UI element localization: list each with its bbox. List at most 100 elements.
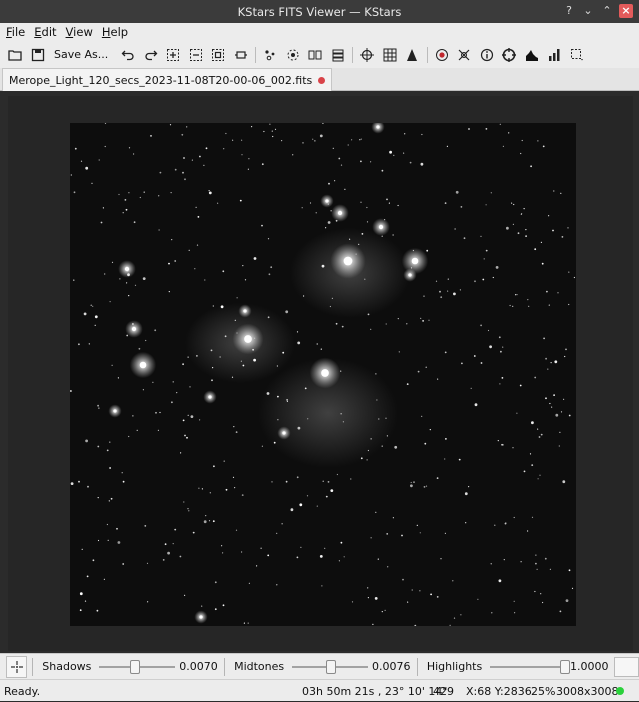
midtones-slider[interactable] xyxy=(292,659,368,674)
star xyxy=(109,441,111,443)
separator xyxy=(224,657,226,676)
star xyxy=(128,295,130,297)
crosshair-icon[interactable] xyxy=(356,44,378,66)
highlights-slider-handle[interactable] xyxy=(559,659,570,674)
star xyxy=(142,277,146,280)
star xyxy=(567,227,569,229)
star xyxy=(402,578,404,581)
star xyxy=(540,433,543,436)
fits-image-viewer[interactable] xyxy=(8,96,633,651)
star xyxy=(378,418,380,420)
star xyxy=(535,562,537,565)
star xyxy=(436,477,439,479)
star xyxy=(286,399,288,401)
undo-icon[interactable] xyxy=(117,44,139,66)
menu-edit[interactable]: Edit xyxy=(34,23,56,42)
star xyxy=(437,378,439,380)
statistics-icon[interactable] xyxy=(543,44,565,66)
star xyxy=(554,360,558,364)
star xyxy=(407,601,409,603)
shadows-slider[interactable] xyxy=(99,659,176,674)
star xyxy=(157,429,159,431)
save-icon[interactable] xyxy=(27,44,49,66)
shadows-slider-handle[interactable] xyxy=(129,659,140,674)
star xyxy=(543,337,545,340)
target-icon[interactable] xyxy=(498,44,520,66)
star xyxy=(183,157,185,159)
star xyxy=(513,600,515,602)
help-icon[interactable]: ? xyxy=(562,4,576,18)
auto-stretch-toggle[interactable] xyxy=(614,656,639,677)
star xyxy=(485,128,488,130)
star xyxy=(468,128,470,130)
objects-icon[interactable] xyxy=(431,44,453,66)
selection-icon[interactable] xyxy=(566,44,588,66)
eq-grid-icon[interactable] xyxy=(401,44,423,66)
star xyxy=(503,559,505,561)
maximize-icon[interactable]: ⌃ xyxy=(600,4,614,18)
star xyxy=(489,345,492,349)
star xyxy=(366,206,368,209)
star xyxy=(370,328,372,330)
star xyxy=(511,202,513,204)
save-as-button[interactable]: Save As... xyxy=(49,44,113,66)
star xyxy=(277,395,279,398)
star xyxy=(447,278,449,280)
zoom-out-icon[interactable] xyxy=(185,44,207,66)
minimize-icon[interactable]: ⌄ xyxy=(581,4,595,18)
star xyxy=(214,608,217,611)
close-icon[interactable]: × xyxy=(619,4,633,18)
star xyxy=(453,292,456,296)
star xyxy=(301,207,303,209)
tab-fits-file[interactable]: Merope_Light_120_secs_2023-11-08T20-00-0… xyxy=(2,68,333,91)
pixel-grid-icon[interactable] xyxy=(379,44,401,66)
star xyxy=(212,305,214,307)
zoom-fit-icon[interactable] xyxy=(207,44,229,66)
star xyxy=(495,266,499,269)
star xyxy=(277,419,279,421)
toolbar-separator xyxy=(426,47,428,63)
open-icon[interactable] xyxy=(4,44,26,66)
info-icon[interactable] xyxy=(476,44,498,66)
redo-icon[interactable] xyxy=(140,44,162,66)
star xyxy=(350,478,352,480)
star xyxy=(568,303,570,306)
star-profile-icon[interactable] xyxy=(453,44,475,66)
star xyxy=(447,290,449,292)
star xyxy=(198,487,200,489)
menu-file[interactable]: File xyxy=(6,23,25,42)
star xyxy=(248,158,250,160)
star xyxy=(523,208,525,210)
star xyxy=(267,554,270,557)
tab-close-icon[interactable] xyxy=(318,76,326,84)
star xyxy=(261,224,263,227)
fits-image[interactable] xyxy=(70,120,576,627)
stack-icon[interactable] xyxy=(327,44,349,66)
recenter-icon[interactable] xyxy=(6,655,28,678)
star xyxy=(549,402,551,405)
star xyxy=(325,227,327,229)
menu-help[interactable]: Help xyxy=(102,23,128,42)
star xyxy=(97,539,100,542)
split-view-icon[interactable] xyxy=(304,44,326,66)
star xyxy=(233,426,235,428)
zoom-in-icon[interactable] xyxy=(162,44,184,66)
star xyxy=(328,182,330,185)
star xyxy=(194,268,196,270)
star xyxy=(461,362,463,365)
toolbar-separator xyxy=(352,47,354,63)
star xyxy=(494,524,496,526)
star xyxy=(499,123,501,125)
highlights-slider[interactable] xyxy=(490,659,570,674)
zoom-width-icon[interactable] xyxy=(230,44,252,66)
mark-stars-icon[interactable] xyxy=(282,44,304,66)
star xyxy=(541,262,544,265)
midtones-slider-handle[interactable] xyxy=(326,659,337,674)
star xyxy=(104,122,107,124)
star xyxy=(147,601,149,603)
find-stars-icon[interactable] xyxy=(259,44,281,66)
star xyxy=(186,126,188,128)
menu-view[interactable]: View xyxy=(66,23,93,42)
star xyxy=(376,399,378,401)
histogram-icon[interactable] xyxy=(521,44,543,66)
